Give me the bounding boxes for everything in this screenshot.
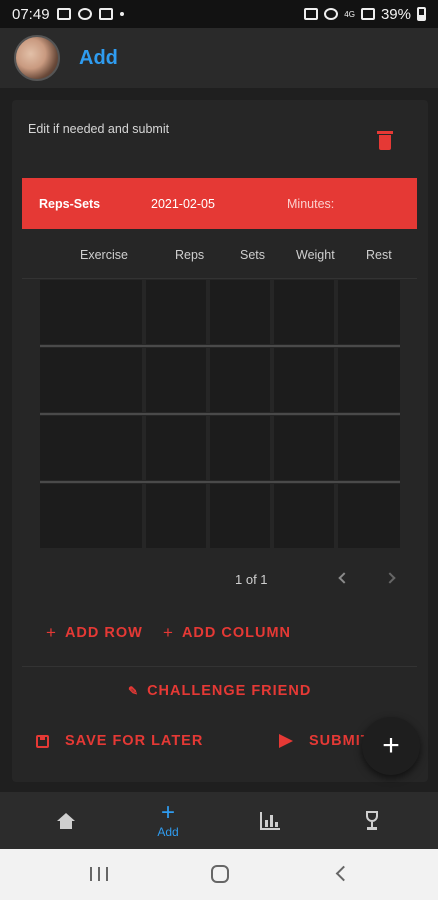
nav-add-label: Add: [157, 824, 179, 839]
column-header-rest: Rest: [366, 248, 392, 262]
nav-stats[interactable]: [220, 792, 320, 849]
card-subtitle: Edit if needed and submit: [28, 122, 170, 136]
table-cell[interactable]: [338, 280, 400, 344]
battery-icon: [417, 7, 426, 21]
delete-icon[interactable]: [377, 131, 393, 151]
add-column-button[interactable]: + ADD COLUMN: [163, 624, 291, 641]
next-page-icon[interactable]: [384, 572, 396, 584]
back-icon[interactable]: [335, 865, 352, 882]
bar-chart-icon: [260, 811, 280, 830]
table-cell[interactable]: [146, 484, 206, 548]
column-header-weight: Weight: [296, 248, 335, 262]
row-divider: [40, 413, 400, 415]
recents-icon[interactable]: [90, 867, 108, 881]
table-cell[interactable]: [40, 348, 142, 412]
network-type: 4G: [344, 9, 355, 19]
signal-icon: [360, 8, 375, 20]
workout-date[interactable]: 2021-02-05: [151, 197, 215, 211]
workout-type: Reps-Sets: [39, 196, 101, 211]
table-cell[interactable]: [146, 280, 206, 344]
trophy-icon: [362, 810, 382, 831]
table-cell[interactable]: [210, 416, 270, 480]
battery-percent: 39%: [380, 5, 411, 23]
table-cell[interactable]: [146, 348, 206, 412]
row-divider: [40, 481, 400, 483]
submit-button[interactable]: SUBMIT: [279, 733, 371, 749]
nav-home[interactable]: [16, 792, 116, 849]
table-cell[interactable]: [274, 484, 334, 548]
page-indicator: 1 of 1: [235, 572, 268, 587]
column-header-exercise: Exercise: [80, 248, 128, 262]
table-cell[interactable]: [210, 280, 270, 344]
notification-dot-icon: [119, 12, 124, 16]
whatsapp-icon: [77, 8, 92, 20]
plus-icon: +: [160, 798, 175, 826]
app-bar: Add: [0, 28, 438, 88]
plus-icon: +: [46, 623, 57, 642]
workout-info-bar: Reps-Sets 2021-02-05 Minutes:: [22, 178, 417, 229]
bottom-nav: + Add: [0, 792, 438, 849]
table-cell[interactable]: [210, 348, 270, 412]
avatar[interactable]: [14, 35, 60, 81]
table-cell[interactable]: [40, 484, 142, 548]
nav-add[interactable]: + Add: [118, 792, 218, 849]
divider: [22, 666, 417, 667]
edit-icon: ✎: [128, 684, 140, 698]
send-icon: [279, 734, 293, 748]
prev-page-icon[interactable]: [338, 572, 350, 584]
status-time: 07:49: [12, 5, 50, 23]
status-bar: 07:49 4G 39%: [0, 0, 438, 28]
pagination: 1 of 1: [12, 570, 428, 590]
table-cell[interactable]: [146, 416, 206, 480]
home-icon: [57, 812, 75, 829]
table-cell[interactable]: [40, 416, 142, 480]
save-for-later-label: SAVE FOR LATER: [65, 733, 204, 749]
home-button-icon[interactable]: [211, 865, 229, 883]
plus-icon: +: [382, 729, 400, 762]
table-header: Exercise Reps Sets Weight Rest: [40, 244, 417, 266]
table-cell[interactable]: [338, 416, 400, 480]
workout-card: Edit if needed and submit Reps-Sets 2021…: [12, 100, 428, 782]
table-cell[interactable]: [274, 280, 334, 344]
plus-icon: +: [163, 623, 174, 642]
column-header-reps: Reps: [175, 248, 205, 262]
bag-icon: [98, 8, 113, 20]
column-header-sets: Sets: [240, 248, 266, 262]
table-cell[interactable]: [338, 484, 400, 548]
add-column-label: ADD COLUMN: [181, 624, 292, 641]
table-cell[interactable]: [274, 416, 334, 480]
nav-trophies[interactable]: [322, 792, 422, 849]
table-cell[interactable]: [210, 484, 270, 548]
system-nav-bar: [0, 849, 438, 900]
mute-icon: [304, 8, 319, 20]
save-for-later-button[interactable]: SAVE FOR LATER: [36, 733, 203, 749]
challenge-friend-label: CHALLENGE FRIEND: [147, 683, 312, 699]
add-row-button[interactable]: + ADD ROW: [46, 624, 143, 641]
floating-add-button[interactable]: +: [362, 717, 420, 775]
minutes-field[interactable]: Minutes:: [287, 197, 334, 211]
table-cell[interactable]: [40, 280, 142, 344]
divider: [22, 278, 417, 279]
page-title: Add: [79, 46, 118, 69]
save-icon: [36, 734, 49, 748]
table-cell[interactable]: [274, 348, 334, 412]
gallery-icon: [56, 8, 71, 20]
exercise-table: [40, 280, 400, 552]
add-row-label: ADD ROW: [64, 624, 143, 641]
wifi-icon: [324, 8, 339, 20]
table-cell[interactable]: [338, 348, 400, 412]
challenge-friend-button[interactable]: ✎ CHALLENGE FRIEND: [128, 683, 311, 699]
row-divider: [40, 345, 400, 347]
